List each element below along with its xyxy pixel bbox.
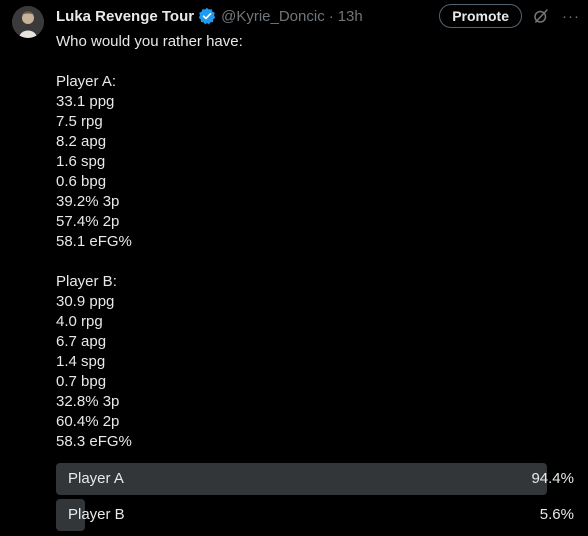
player-b-stat: 1.4 spg bbox=[56, 353, 106, 370]
poll-option-label: Player B bbox=[68, 506, 125, 523]
tweet-intro: Who would you rather have: bbox=[56, 33, 243, 50]
player-b-stat: 32.8% 3p bbox=[56, 393, 120, 410]
author-handle[interactable]: @Kyrie_Doncic bbox=[221, 8, 325, 25]
player-b-stat: 30.9 ppg bbox=[56, 293, 115, 310]
separator-dot: · bbox=[328, 7, 334, 25]
player-b-stat: 58.3 eFG% bbox=[56, 433, 132, 450]
grok-icon[interactable] bbox=[532, 7, 550, 25]
player-b-stat: 6.7 apg bbox=[56, 333, 107, 350]
poll-option-player-a[interactable]: Player A 94.4% bbox=[56, 463, 576, 495]
poll-option-percent: 94.4% bbox=[531, 470, 574, 487]
tweet-header: Luka Revenge Tour @Kyrie_Doncic · 13h Pr… bbox=[56, 4, 580, 28]
poll-option-label: Player A bbox=[68, 470, 124, 487]
tweet-time[interactable]: 13h bbox=[338, 8, 363, 25]
player-a-stat: 58.1 eFG% bbox=[56, 233, 132, 250]
player-a-stat: 1.6 spg bbox=[56, 153, 106, 170]
more-icon[interactable]: ··· bbox=[562, 8, 580, 25]
player-a-stat: 7.5 rpg bbox=[56, 113, 103, 130]
player-a-stat: 39.2% 3p bbox=[56, 193, 120, 210]
promote-button[interactable]: Promote bbox=[439, 4, 522, 28]
avatar[interactable] bbox=[12, 6, 44, 38]
poll: Player A 94.4% Player B 5.6% bbox=[56, 463, 576, 535]
author-name[interactable]: Luka Revenge Tour bbox=[56, 8, 194, 25]
poll-bar bbox=[56, 463, 547, 495]
player-a-heading: Player A: bbox=[56, 73, 117, 90]
player-a-stat: 57.4% 2p bbox=[56, 213, 120, 230]
avatar-image bbox=[12, 6, 44, 38]
player-b-heading: Player B: bbox=[56, 273, 117, 290]
player-b-stat: 0.7 bpg bbox=[56, 373, 107, 390]
player-b-stat: 60.4% 2p bbox=[56, 413, 120, 430]
poll-option-percent: 5.6% bbox=[539, 506, 574, 523]
poll-option-player-b[interactable]: Player B 5.6% bbox=[56, 499, 576, 531]
player-a-stat: 0.6 bpg bbox=[56, 173, 107, 190]
player-b-stat: 4.0 rpg bbox=[56, 313, 103, 330]
tweet-text: Who would you rather have: Player A: 33.… bbox=[56, 32, 576, 452]
player-a-stat: 8.2 apg bbox=[56, 133, 107, 150]
player-a-stat: 33.1 ppg bbox=[56, 93, 115, 110]
verified-badge-icon[interactable] bbox=[198, 7, 216, 25]
